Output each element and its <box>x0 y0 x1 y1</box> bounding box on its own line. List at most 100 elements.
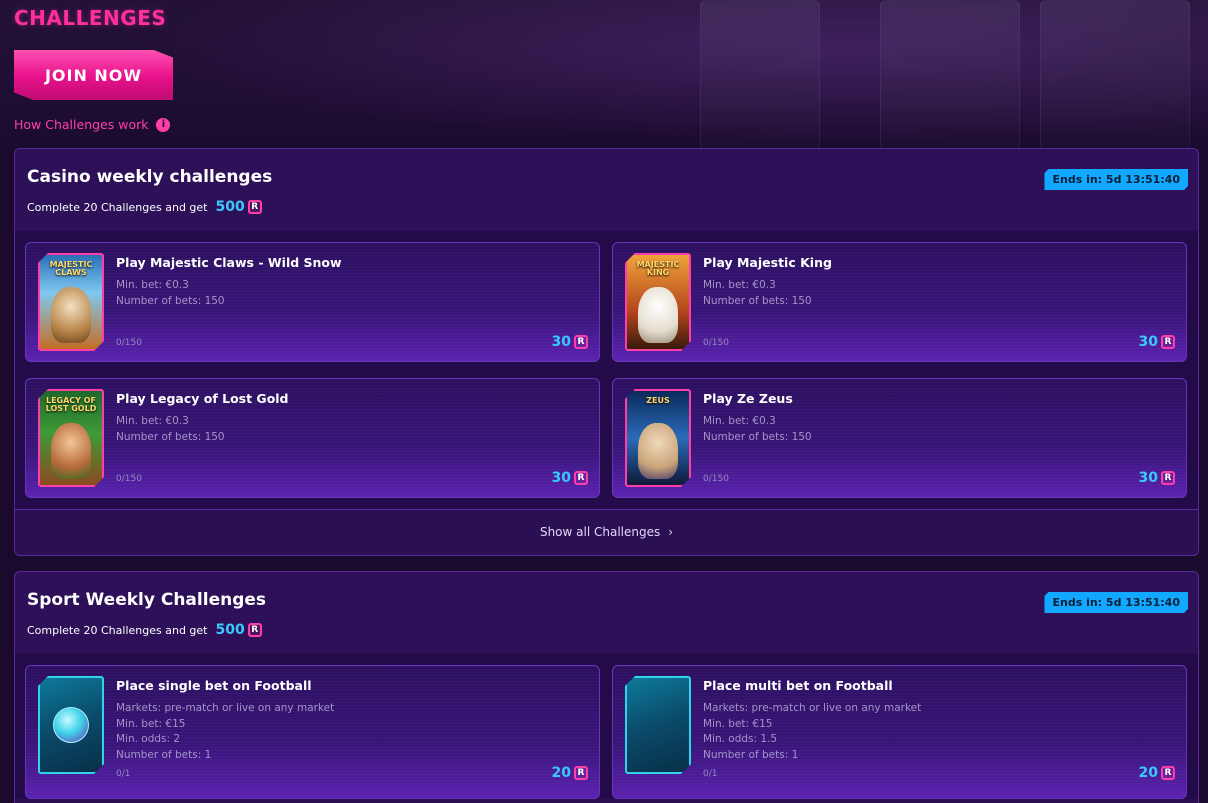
challenge-bets: Number of bets: 150 <box>116 294 225 307</box>
challenge-bets: Number of bets: 1 <box>703 748 799 761</box>
challenge-min-bet: Min. bet: €0.3 <box>703 415 776 427</box>
challenge-reward: 30 R <box>552 470 588 486</box>
challenge-min-bet: Min. bet: €15 <box>116 717 186 730</box>
challenge-card[interactable]: Place single bet on Football Markets: pr… <box>25 665 600 799</box>
game-thumbnail: MAJESTIC KING <box>625 253 691 351</box>
challenge-card[interactable]: MAJESTIC KING Play Majestic King Min. be… <box>612 242 1187 362</box>
challenge-reward-value: 20 <box>551 765 571 781</box>
sport-challenges-panel: Sport Weekly Challenges Complete 20 Chal… <box>14 571 1199 803</box>
reward-coin-icon: R <box>1161 766 1175 780</box>
reward-coin-icon: R <box>1161 471 1175 485</box>
challenge-bets: Number of bets: 1 <box>116 748 212 761</box>
challenge-min-bet: Min. bet: €0.3 <box>116 279 189 291</box>
challenge-title: Place multi bet on Football <box>703 678 893 693</box>
challenge-bets: Number of bets: 150 <box>703 294 812 307</box>
challenge-title: Play Majestic Claws - Wild Snow <box>116 255 342 270</box>
slot-machine-graphic <box>1040 0 1190 150</box>
explorer-figure <box>51 423 91 479</box>
challenge-reward-value: 30 <box>551 334 571 350</box>
challenge-title: Play Legacy of Lost Gold <box>116 391 289 406</box>
challenge-min-odds: Min. odds: 2 <box>116 733 181 745</box>
challenge-title: Play Ze Zeus <box>703 391 793 406</box>
challenge-reward: 30 R <box>1139 470 1175 486</box>
challenge-title: Play Majestic King <box>703 255 832 270</box>
challenge-reward-value: 20 <box>1138 765 1158 781</box>
sport-total-reward-value: 500 <box>215 622 245 638</box>
slot-machine-graphic <box>880 0 1020 150</box>
sport-ends-badge: Ends in: 5d 13:51:40 <box>1044 592 1188 613</box>
challenge-bets: Number of bets: 150 <box>703 430 812 443</box>
game-thumbnail: LEGACY OF LOST GOLD <box>38 389 104 487</box>
casino-panel-body: MAJESTIC CLAWS Play Majestic Claws - Wil… <box>15 231 1198 554</box>
challenge-card[interactable]: ZEUS Play Ze Zeus Min. bet: €0.3 Number … <box>612 378 1187 498</box>
challenge-reward: 20 R <box>1139 765 1175 781</box>
challenge-reward: 20 R <box>552 765 588 781</box>
challenge-details: Min. bet: €0.3 Number of bets: 150 <box>116 414 225 445</box>
header-background <box>0 0 1208 160</box>
reward-coin-icon: R <box>1161 335 1175 349</box>
football-icon <box>53 707 89 743</box>
game-thumbnail: MAJESTIC CLAWS <box>38 253 104 351</box>
slot-machine-graphic <box>700 0 820 150</box>
tiger-figure <box>51 287 91 343</box>
challenge-progress: 0/150 <box>116 338 142 348</box>
reward-coin-icon: R <box>574 766 588 780</box>
casino-subtitle-text: Complete 20 Challenges and get <box>27 200 208 214</box>
challenge-markets: Markets: pre-match or live on any market <box>116 702 335 714</box>
casino-total-reward-value: 500 <box>215 199 245 215</box>
challenge-details: Markets: pre-match or live on any market… <box>703 701 921 763</box>
challenge-card[interactable]: MAJESTIC CLAWS Play Majestic Claws - Wil… <box>25 242 600 362</box>
sport-panel-subtitle: Complete 20 Challenges and get 500 R <box>27 622 262 638</box>
casino-panel-header: Casino weekly challenges Complete 20 Cha… <box>15 149 1198 231</box>
how-challenges-label: How Challenges work <box>14 117 149 132</box>
challenge-progress: 0/1 <box>703 769 718 779</box>
challenge-reward: 30 R <box>1139 334 1175 350</box>
sport-total-reward: 500 R <box>215 622 262 638</box>
game-thumbnail-logo: MAJESTIC CLAWS <box>49 260 93 277</box>
sport-panel-body: Place single bet on Football Markets: pr… <box>15 654 1198 799</box>
reward-coin-icon: R <box>247 623 262 637</box>
game-thumbnail: ZEUS <box>625 389 691 487</box>
casino-challenges-panel: Casino weekly challenges Complete 20 Cha… <box>14 148 1199 556</box>
casino-challenge-grid: MAJESTIC CLAWS Play Majestic Claws - Wil… <box>25 242 1188 498</box>
show-all-label: Show all Challenges <box>539 525 661 539</box>
challenge-details: Markets: pre-match or live on any market… <box>116 701 334 763</box>
challenge-details: Min. bet: €0.3 Number of bets: 150 <box>703 278 812 309</box>
sport-panel-header: Sport Weekly Challenges Complete 20 Chal… <box>15 572 1198 654</box>
sport-subtitle-text: Complete 20 Challenges and get <box>27 623 208 637</box>
challenge-min-bet: Min. bet: €15 <box>703 717 773 730</box>
casino-panel-subtitle: Complete 20 Challenges and get 500 R <box>27 199 262 215</box>
challenge-progress: 0/150 <box>703 338 729 348</box>
join-now-button[interactable]: JOIN NOW <box>14 50 173 100</box>
zeus-figure <box>638 423 678 479</box>
challenge-details: Min. bet: €0.3 Number of bets: 150 <box>116 278 225 309</box>
challenge-reward-value: 30 <box>1138 334 1158 350</box>
sport-thumbnail <box>38 676 104 774</box>
challenge-progress: 0/150 <box>703 474 729 484</box>
challenge-title: Place single bet on Football <box>116 678 312 693</box>
sport-challenge-grid: Place single bet on Football Markets: pr… <box>25 665 1188 799</box>
challenge-details: Min. bet: €0.3 Number of bets: 150 <box>703 414 812 445</box>
chevron-right-icon: › <box>668 525 674 539</box>
challenge-min-bet: Min. bet: €0.3 <box>703 279 776 291</box>
challenge-reward-value: 30 <box>551 470 571 486</box>
casino-total-reward: 500 R <box>215 199 262 215</box>
challenge-reward-value: 30 <box>1138 470 1158 486</box>
reward-coin-icon: R <box>574 471 588 485</box>
info-icon[interactable]: i <box>156 117 171 132</box>
sport-thumbnail <box>625 676 691 774</box>
lion-figure <box>638 287 678 343</box>
challenge-progress: 0/150 <box>116 474 142 484</box>
reward-coin-icon: R <box>247 200 262 214</box>
how-challenges-work-link[interactable]: How Challenges work i <box>14 117 171 132</box>
game-thumbnail-logo: ZEUS <box>646 396 670 405</box>
challenge-markets: Markets: pre-match or live on any market <box>703 702 922 714</box>
show-all-challenges-button[interactable]: Show all Challenges › <box>15 509 1198 554</box>
game-thumbnail-logo: LEGACY OF LOST GOLD <box>45 396 97 413</box>
challenge-card[interactable]: Place multi bet on Football Markets: pre… <box>612 665 1187 799</box>
casino-ends-badge: Ends in: 5d 13:51:40 <box>1044 169 1188 190</box>
challenge-progress: 0/1 <box>116 769 131 779</box>
challenge-reward: 30 R <box>552 334 588 350</box>
casino-panel-title: Casino weekly challenges <box>27 167 273 187</box>
challenge-card[interactable]: LEGACY OF LOST GOLD Play Legacy of Lost … <box>25 378 600 498</box>
